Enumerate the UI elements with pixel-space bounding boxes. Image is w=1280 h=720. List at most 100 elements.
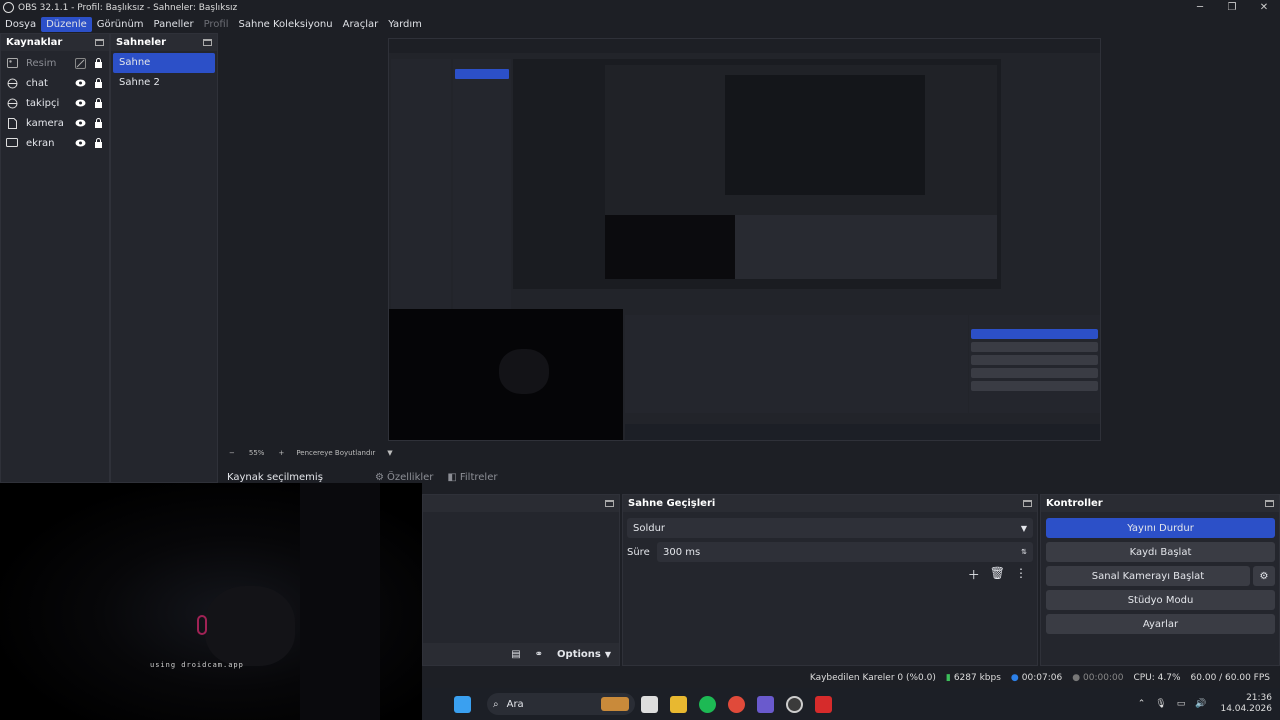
minimize-icon[interactable]: ─ <box>1184 0 1216 14</box>
teams-icon[interactable] <box>757 695 774 713</box>
settings-button[interactable]: Ayarlar <box>1046 614 1275 634</box>
maximize-icon[interactable]: ❐ <box>1216 0 1248 14</box>
obs-icon[interactable] <box>786 695 803 713</box>
zoom-value: 55% <box>248 449 265 457</box>
audio-mixer-dock: ▤ ⚭ Options ▼ <box>422 494 620 666</box>
zoom-in-button[interactable]: + <box>278 449 284 457</box>
menu-dosya[interactable]: Dosya <box>0 17 41 32</box>
search-highlight-icon <box>601 697 629 711</box>
network-icon[interactable]: ▭ <box>1177 699 1186 709</box>
status-bar: Kaybedilen Kareler 0 (%0.0) ▮ 6287 kbps … <box>422 668 1280 688</box>
chevron-down-icon[interactable]: ▼ <box>387 449 392 457</box>
lock-icon[interactable] <box>93 78 104 89</box>
search-icon: ⌕ <box>493 698 499 710</box>
undock-icon[interactable] <box>1265 500 1274 507</box>
scenes-title: Sahneler <box>116 37 167 48</box>
nested-capture <box>388 38 1101 441</box>
scene-item-sahne-2[interactable]: Sahne 2 <box>113 73 215 93</box>
sources-title: Kaynaklar <box>6 37 63 48</box>
source-label: ekran <box>26 137 55 149</box>
gear-icon[interactable]: ⚙ <box>1253 566 1275 586</box>
close-icon[interactable]: ✕ <box>1248 0 1280 14</box>
menu-sahne-koleksiyonu[interactable]: Sahne Koleksiyonu <box>234 17 338 32</box>
transition-select[interactable]: Soldur ▼ <box>627 518 1033 538</box>
microphone-icon[interactable]: 🎙 <box>1155 699 1166 709</box>
eye-icon[interactable] <box>75 78 86 89</box>
eye-icon[interactable] <box>75 118 86 129</box>
source-item-resim[interactable]: Resim <box>1 53 109 73</box>
webcam-overlay: using droidcam.app <box>0 483 422 720</box>
chrome-icon[interactable] <box>728 695 745 713</box>
menu-paneller[interactable]: Paneller <box>149 17 199 32</box>
taskbar-search[interactable]: ⌕ Ara <box>487 693 635 715</box>
no-source-label: Kaynak seçilmemiş <box>227 471 323 483</box>
zoom-out-button[interactable]: − <box>229 449 235 457</box>
virtual-camera-button[interactable]: Sanal Kamerayı Başlat <box>1046 566 1250 586</box>
filters-button[interactable]: ◧ Filtreler <box>447 472 497 483</box>
stop-stream-button[interactable]: Yayını Durdur <box>1046 518 1275 538</box>
bitrate: 6287 kbps <box>953 673 1001 683</box>
title-bar: OBS 32.1.1 - Profil: Başlıksız - Sahnele… <box>0 0 1280 15</box>
add-icon[interactable]: ＋ <box>968 566 980 583</box>
app-red-icon[interactable] <box>815 695 832 713</box>
undock-icon[interactable] <box>1023 500 1032 507</box>
menu-yardim[interactable]: Yardım <box>383 17 427 32</box>
eye-icon[interactable] <box>75 98 86 109</box>
record-time: 00:00:00 <box>1083 673 1124 683</box>
image-icon <box>6 58 18 69</box>
sources-dock: Kaynaklar Resim chat takipçi kamera ekra… <box>0 33 110 483</box>
scale-mode-select[interactable]: Pencereye Boyutlandır <box>296 449 375 457</box>
controls-title: Kontroller <box>1046 498 1103 509</box>
properties-label: Özellikler <box>386 471 434 483</box>
globe-icon <box>6 78 18 89</box>
properties-button[interactable]: ⚙ Özellikler <box>375 472 433 483</box>
lock-icon[interactable] <box>93 98 104 109</box>
menu-bar: Dosya Düzenle Görünüm Paneller Profil Sa… <box>0 15 1280 33</box>
transitions-title: Sahne Geçişleri <box>628 498 716 509</box>
start-record-button[interactable]: Kaydı Başlat <box>1046 542 1275 562</box>
undock-icon[interactable] <box>95 39 104 46</box>
menu-araclar[interactable]: Araçlar <box>338 17 384 32</box>
eye-icon[interactable] <box>75 138 86 149</box>
trash-icon[interactable]: 🗑 <box>990 566 1005 583</box>
menu-profil[interactable]: Profil <box>199 17 234 32</box>
studio-mode-button[interactable]: Stüdyo Modu <box>1046 590 1275 610</box>
menu-gorunum[interactable]: Görünüm <box>92 17 149 32</box>
windows-start-icon[interactable] <box>454 695 471 713</box>
lock-icon[interactable] <box>93 138 104 149</box>
stream-icon: ● <box>1010 673 1019 683</box>
menu-duzenle[interactable]: Düzenle <box>41 16 92 32</box>
link-icon[interactable]: ⚭ <box>535 649 543 660</box>
fps: 60.00 / 60.00 FPS <box>1190 673 1270 683</box>
source-item-chat[interactable]: chat <box>1 73 109 93</box>
filters-label: Filtreler <box>459 471 498 483</box>
clock[interactable]: 21:36 14.04.2026 <box>1220 693 1272 715</box>
spotify-icon[interactable] <box>699 695 716 713</box>
transition-value: Soldur <box>633 522 666 534</box>
preview-canvas[interactable] <box>221 34 1280 446</box>
layout-icon[interactable]: ▤ <box>511 649 520 660</box>
record-icon: ● <box>1072 673 1081 683</box>
source-item-takipci[interactable]: takipçi <box>1 93 109 113</box>
lock-icon[interactable] <box>93 58 104 69</box>
zoom-bar: − 55% + Pencereye Boyutlandır ▼ <box>221 446 1280 460</box>
task-view-icon[interactable] <box>641 695 658 713</box>
eye-hidden-icon[interactable] <box>75 57 86 69</box>
chevron-up-icon[interactable]: ⌃ <box>1138 699 1146 709</box>
file-icon <box>6 117 18 129</box>
duration-input[interactable]: 300 ms ⇅ <box>657 542 1033 562</box>
stream-time: 00:07:06 <box>1021 673 1063 683</box>
source-item-kamera[interactable]: kamera <box>1 113 109 133</box>
source-item-ekran[interactable]: ekran <box>1 133 109 153</box>
spinner-icon[interactable]: ⇅ <box>1021 548 1027 556</box>
chevron-down-icon: ▼ <box>1020 523 1027 533</box>
more-icon[interactable]: ⋮ <box>1015 566 1027 583</box>
cpu-usage: CPU: 4.7% <box>1133 673 1181 683</box>
scene-item-sahne[interactable]: Sahne <box>113 53 215 73</box>
undock-icon[interactable] <box>203 39 212 46</box>
undock-icon[interactable] <box>605 500 614 507</box>
lock-icon[interactable] <box>93 118 104 129</box>
file-explorer-icon[interactable] <box>670 695 687 713</box>
options-button[interactable]: Options <box>557 649 601 660</box>
volume-icon[interactable]: 🔊 <box>1195 699 1206 709</box>
